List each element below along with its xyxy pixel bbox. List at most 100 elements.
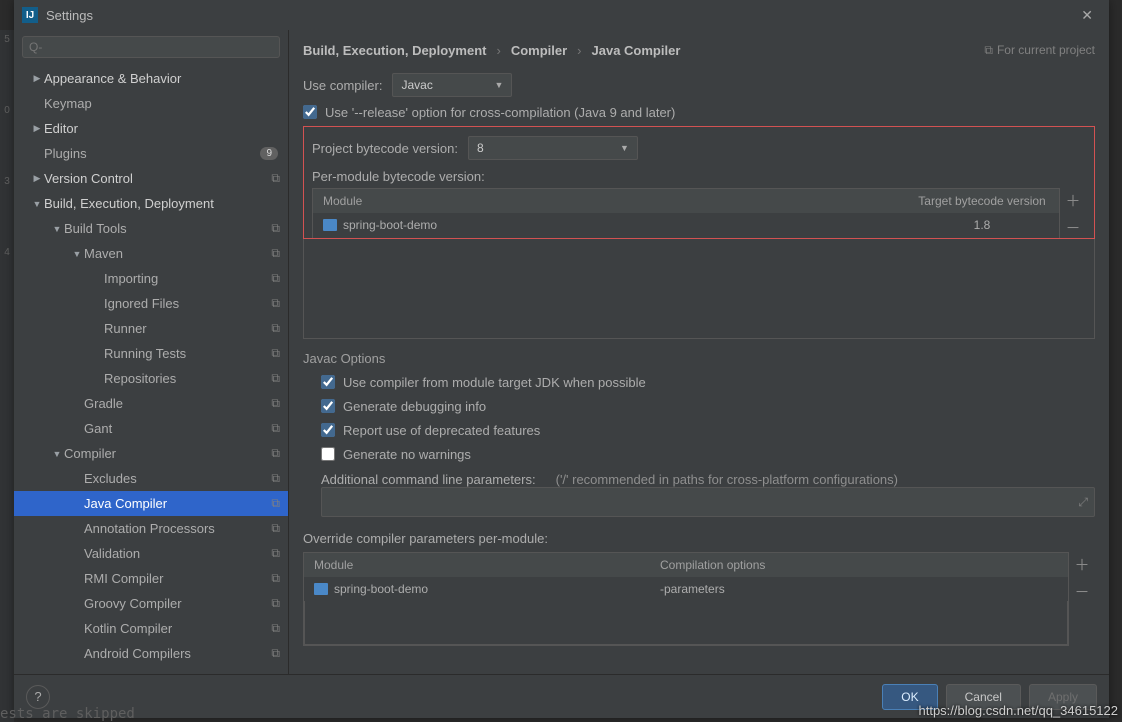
col-module: Module bbox=[304, 558, 654, 572]
use-compiler-select[interactable]: Javac▼ bbox=[392, 73, 512, 97]
nav-label: Repositories bbox=[104, 371, 271, 386]
project-bytecode-select[interactable]: 8▼ bbox=[468, 136, 638, 160]
breadcrumb-seg: Build, Execution, Deployment bbox=[303, 43, 486, 58]
opt-deprecated[interactable]: Report use of deprecated features bbox=[321, 418, 1095, 442]
sidebar: ▶Appearance & BehaviorKeymap▶EditorPlugi… bbox=[14, 30, 289, 674]
use-compiler-label: Use compiler: bbox=[303, 78, 382, 93]
per-module-label: Per-module bytecode version: bbox=[312, 169, 1086, 184]
highlighted-region: Project bytecode version: 8▼ Per-module … bbox=[303, 126, 1095, 239]
search-input[interactable] bbox=[22, 36, 280, 58]
disclosure-icon: ▶ bbox=[30, 73, 44, 84]
module-icon bbox=[314, 583, 328, 595]
background-text: ests are skipped bbox=[0, 706, 135, 722]
nav-item-keymap[interactable]: Keymap bbox=[14, 91, 288, 116]
help-button[interactable]: ? bbox=[26, 685, 50, 709]
close-icon[interactable]: ✕ bbox=[1073, 3, 1101, 28]
nav-item-version-control[interactable]: ▶Version Control⧉ bbox=[14, 166, 288, 191]
disclosure-icon: ▼ bbox=[70, 249, 84, 259]
col-options: Compilation options bbox=[654, 558, 1068, 572]
nav-item-build-execution-deployment[interactable]: ▼Build, Execution, Deployment bbox=[14, 191, 288, 216]
breadcrumb-seg: Java Compiler bbox=[592, 43, 681, 58]
nav-item-editor[interactable]: ▶Editor bbox=[14, 116, 288, 141]
disclosure-icon: ▶ bbox=[30, 123, 44, 134]
nav-item-ignored-files[interactable]: Ignored Files⧉ bbox=[14, 291, 288, 316]
scope-icon: ⧉ bbox=[271, 421, 280, 436]
badge: 9 bbox=[260, 147, 278, 160]
remove-row-icon[interactable]: － bbox=[1074, 581, 1089, 602]
scope-icon: ⧉ bbox=[271, 496, 280, 511]
nav-item-appearance-behavior[interactable]: ▶Appearance & Behavior bbox=[14, 66, 288, 91]
nav-label: Annotation Processors bbox=[84, 521, 271, 536]
scope-icon: ⧉ bbox=[271, 471, 280, 486]
disclosure-icon: ▼ bbox=[50, 224, 64, 234]
disclosure-icon: ▼ bbox=[50, 449, 64, 459]
editor-gutter: 5034 bbox=[0, 30, 14, 722]
nav-label: Importing bbox=[104, 271, 271, 286]
scope-icon: ⧉ bbox=[271, 296, 280, 311]
nav-item-excludes[interactable]: Excludes⧉ bbox=[14, 466, 288, 491]
table-row[interactable]: spring-boot-demo -parameters bbox=[304, 577, 1068, 601]
nav-item-annotation-processors[interactable]: Annotation Processors⧉ bbox=[14, 516, 288, 541]
nav-item-maven[interactable]: ▼Maven⧉ bbox=[14, 241, 288, 266]
remove-row-icon[interactable]: － bbox=[1065, 217, 1080, 238]
titlebar[interactable]: IJ Settings ✕ bbox=[14, 0, 1109, 30]
nav-label: Groovy Compiler bbox=[84, 596, 271, 611]
scope-icon: ⧉ bbox=[271, 221, 280, 236]
opt-no-warnings[interactable]: Generate no warnings bbox=[321, 442, 1095, 466]
nav-label: Version Control bbox=[44, 171, 271, 186]
nav-item-kotlin-compiler[interactable]: Kotlin Compiler⧉ bbox=[14, 616, 288, 641]
nav-item-android-compilers[interactable]: Android Compilers⧉ bbox=[14, 641, 288, 666]
nav-item-validation[interactable]: Validation⧉ bbox=[14, 541, 288, 566]
nav-item-groovy-compiler[interactable]: Groovy Compiler⧉ bbox=[14, 591, 288, 616]
col-module: Module bbox=[313, 194, 909, 208]
addl-params-input[interactable]: ⤢ bbox=[321, 487, 1095, 517]
scope-icon: ⧉ bbox=[271, 321, 280, 336]
nav-item-gant[interactable]: Gant⧉ bbox=[14, 416, 288, 441]
opt-module-jdk[interactable]: Use compiler from module target JDK when… bbox=[321, 370, 1095, 394]
nav-item-importing[interactable]: Importing⧉ bbox=[14, 266, 288, 291]
nav-label: Gant bbox=[84, 421, 271, 436]
scope-icon: ⧉ bbox=[271, 621, 280, 636]
nav-item-running-tests[interactable]: Running Tests⧉ bbox=[14, 341, 288, 366]
table-row[interactable]: spring-boot-demo 1.8 bbox=[313, 213, 1059, 237]
scope-icon: ⧉ bbox=[271, 396, 280, 411]
settings-tree: ▶Appearance & BehaviorKeymap▶EditorPlugi… bbox=[14, 62, 288, 674]
nav-item-plugins[interactable]: Plugins9 bbox=[14, 141, 288, 166]
nav-label: Runner bbox=[104, 321, 271, 336]
nav-label: Compiler bbox=[64, 446, 271, 461]
window-title: Settings bbox=[46, 8, 1073, 23]
scope-label: ⧉For current project bbox=[984, 43, 1095, 58]
nav-label: Java Compiler bbox=[84, 496, 271, 511]
release-option-checkbox[interactable]: Use '--release' option for cross-compila… bbox=[303, 100, 1095, 124]
scope-icon: ⧉ bbox=[271, 446, 280, 461]
scope-icon: ⧉ bbox=[271, 646, 280, 661]
override-title: Override compiler parameters per-module: bbox=[303, 531, 1095, 546]
scope-icon: ⧉ bbox=[271, 371, 280, 386]
nav-item-repositories[interactable]: Repositories⧉ bbox=[14, 366, 288, 391]
scope-icon: ⧉ bbox=[271, 521, 280, 536]
nav-item-runner[interactable]: Runner⧉ bbox=[14, 316, 288, 341]
override-table: Module Compilation options spring-boot-d… bbox=[303, 552, 1069, 646]
nav-item-compiler[interactable]: ▼Compiler⧉ bbox=[14, 441, 288, 466]
nav-item-java-compiler[interactable]: Java Compiler⧉ bbox=[14, 491, 288, 516]
nav-item-rmi-compiler[interactable]: RMI Compiler⧉ bbox=[14, 566, 288, 591]
nav-label: Build, Execution, Deployment bbox=[44, 196, 282, 211]
addl-params-label: Additional command line parameters: bbox=[321, 472, 536, 487]
nav-label: Editor bbox=[44, 121, 282, 136]
per-module-table: Module Target bytecode version spring-bo… bbox=[312, 188, 1060, 238]
scope-icon: ⧉ bbox=[271, 171, 280, 186]
nav-label: Validation bbox=[84, 546, 271, 561]
nav-label: Ignored Files bbox=[104, 296, 271, 311]
nav-label: Running Tests bbox=[104, 346, 271, 361]
project-bytecode-label: Project bytecode version: bbox=[312, 141, 458, 156]
opt-debug[interactable]: Generate debugging info bbox=[321, 394, 1095, 418]
add-row-icon[interactable]: ＋ bbox=[1074, 554, 1089, 575]
nav-item-build-tools[interactable]: ▼Build Tools⧉ bbox=[14, 216, 288, 241]
expand-icon[interactable]: ⤢ bbox=[1078, 495, 1088, 510]
nav-label: Maven bbox=[84, 246, 271, 261]
nav-item-gradle[interactable]: Gradle⧉ bbox=[14, 391, 288, 416]
settings-dialog: IJ Settings ✕ ▶Appearance & Behavior Keym… bbox=[14, 0, 1109, 718]
nav-label: Keymap bbox=[44, 96, 282, 111]
scope-icon: ⧉ bbox=[271, 571, 280, 586]
add-row-icon[interactable]: ＋ bbox=[1065, 190, 1080, 211]
